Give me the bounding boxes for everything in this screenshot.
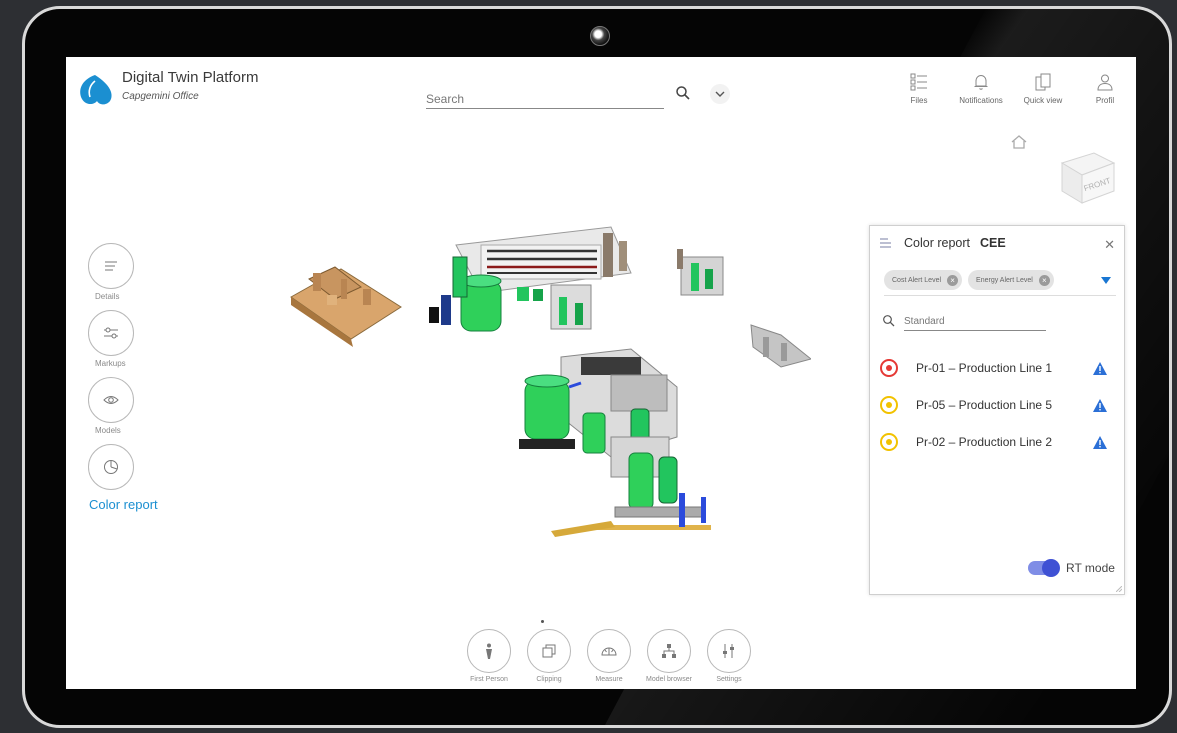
clipping-label: Clipping: [536, 676, 562, 683]
panel-title: Color report CEE: [904, 236, 1006, 250]
warning-icon: [1093, 398, 1107, 412]
top-toolbar: Files Notifications Quick view Profil: [888, 71, 1136, 105]
files-icon: [910, 73, 927, 91]
filter-chips: Cost Alert Level × Energy Alert Level ×: [884, 270, 1060, 290]
measure-button[interactable]: Measure: [579, 629, 639, 683]
settings-icon: [723, 644, 734, 658]
rt-mode-toggle[interactable]: [1028, 559, 1060, 577]
chip-label: Cost Alert Level: [892, 276, 942, 284]
status-critical-icon: [880, 359, 898, 377]
color-report-button[interactable]: [88, 444, 134, 490]
tablet-frame: Digital Twin Platform Capgemini Office F…: [22, 6, 1172, 728]
toolbar-notifications-button[interactable]: Notifications: [950, 71, 1012, 105]
person-icon: [486, 643, 492, 659]
warning-icon: [1093, 435, 1107, 449]
details-icon: [105, 261, 117, 271]
toolbar-profile-label: Profil: [1095, 96, 1115, 105]
pie-chart-icon: [104, 460, 118, 474]
chip-remove-icon[interactable]: ×: [947, 274, 959, 286]
models-button[interactable]: [88, 377, 134, 423]
toolbar-quick-view-label: Quick view: [1023, 96, 1063, 105]
first-person-circle: [467, 629, 511, 673]
camera-icon: [590, 26, 610, 46]
status-warning-icon: [880, 396, 898, 414]
first-person-label: First Person: [470, 676, 508, 683]
search-icon[interactable]: [674, 84, 692, 102]
panel-search-input[interactable]: [904, 312, 1046, 331]
caret-down-icon[interactable]: [1099, 273, 1113, 287]
toolbar-notifications-label: Notifications: [959, 96, 1003, 105]
rt-mode-label: RT mode: [1066, 561, 1115, 575]
details-label: Details: [95, 292, 120, 301]
app-subtitle: Capgemini Office: [122, 91, 199, 102]
first-person-button[interactable]: First Person: [459, 629, 519, 683]
status-warning-icon: [880, 433, 898, 451]
model-browser-label: Model browser: [646, 676, 692, 683]
markups-icon: [104, 327, 118, 339]
app-screen: Digital Twin Platform Capgemini Office F…: [66, 57, 1136, 689]
side-menu: Details Markups Models Color report: [86, 243, 174, 521]
model-browser-circle: [647, 629, 691, 673]
quick-view-icon: [1035, 73, 1051, 91]
panel-divider: [884, 295, 1116, 296]
chip-label: Energy Alert Level: [976, 276, 1033, 284]
panel-title-text: Color report: [904, 236, 970, 250]
settings-button[interactable]: Settings: [699, 629, 759, 683]
toolbar-files-button[interactable]: Files: [888, 71, 950, 105]
home-icon[interactable]: [1010, 133, 1028, 151]
toolbar-files-label: Files: [910, 96, 928, 105]
settings-circle: [707, 629, 751, 673]
details-button[interactable]: [88, 243, 134, 289]
bottom-toolbar: First Person Clipping Measure Model brow…: [459, 629, 759, 683]
panel-search-icon: [883, 315, 895, 327]
models-icon: [103, 396, 119, 404]
toolbar-profile-button[interactable]: Profil: [1074, 71, 1136, 105]
list-icon[interactable]: [879, 236, 893, 250]
factory-3d-model[interactable]: [281, 207, 811, 552]
report-row-label: Pr-05 – Production Line 5: [916, 398, 1053, 412]
resize-handle-icon[interactable]: [1116, 586, 1122, 592]
measure-circle: [587, 629, 631, 673]
markups-label: Markups: [95, 359, 126, 368]
markups-button[interactable]: [88, 310, 134, 356]
warning-icon: [1093, 361, 1107, 375]
clipping-icon: [542, 644, 556, 658]
color-report-label[interactable]: Color report: [89, 497, 174, 512]
app-logo-icon: [80, 75, 112, 105]
measure-icon: [601, 647, 617, 656]
panel-site: CEE: [980, 236, 1006, 250]
clipping-button[interactable]: Clipping: [519, 629, 579, 683]
app-title: Digital Twin Platform: [122, 69, 259, 86]
clipping-circle: [527, 629, 571, 673]
models-label: Models: [95, 426, 121, 435]
chip-remove-icon[interactable]: ×: [1038, 274, 1050, 286]
report-row-label: Pr-01 – Production Line 1: [916, 361, 1053, 375]
color-report-panel: Color report CEE ✕ Cost Alert Level × Ener…: [869, 225, 1125, 595]
report-row-label: Pr-02 – Production Line 2: [916, 435, 1053, 449]
model-browser-button[interactable]: Model browser: [639, 629, 699, 683]
settings-label: Settings: [716, 676, 742, 683]
toggle-knob: [1042, 559, 1060, 577]
close-icon[interactable]: ✕: [1104, 237, 1115, 253]
chevron-down-icon[interactable]: [709, 83, 731, 105]
toolbar-quick-view-button[interactable]: Quick view: [1012, 71, 1074, 105]
filter-chip[interactable]: Energy Alert Level ×: [968, 270, 1054, 290]
search-input[interactable]: [426, 90, 664, 109]
active-indicator: [541, 620, 544, 623]
profile-icon: [1097, 74, 1113, 91]
bell-icon: [974, 74, 988, 90]
report-row-pr-02[interactable]: Pr-02 – Production Line 2: [880, 432, 1114, 452]
filter-chip[interactable]: Cost Alert Level ×: [884, 270, 963, 290]
report-row-pr-01[interactable]: Pr-01 – Production Line 1: [880, 358, 1114, 378]
viewcube[interactable]: FRONT: [1054, 141, 1122, 209]
hierarchy-icon: [662, 644, 676, 658]
measure-label: Measure: [595, 676, 623, 683]
report-row-pr-05[interactable]: Pr-05 – Production Line 5: [880, 395, 1114, 415]
